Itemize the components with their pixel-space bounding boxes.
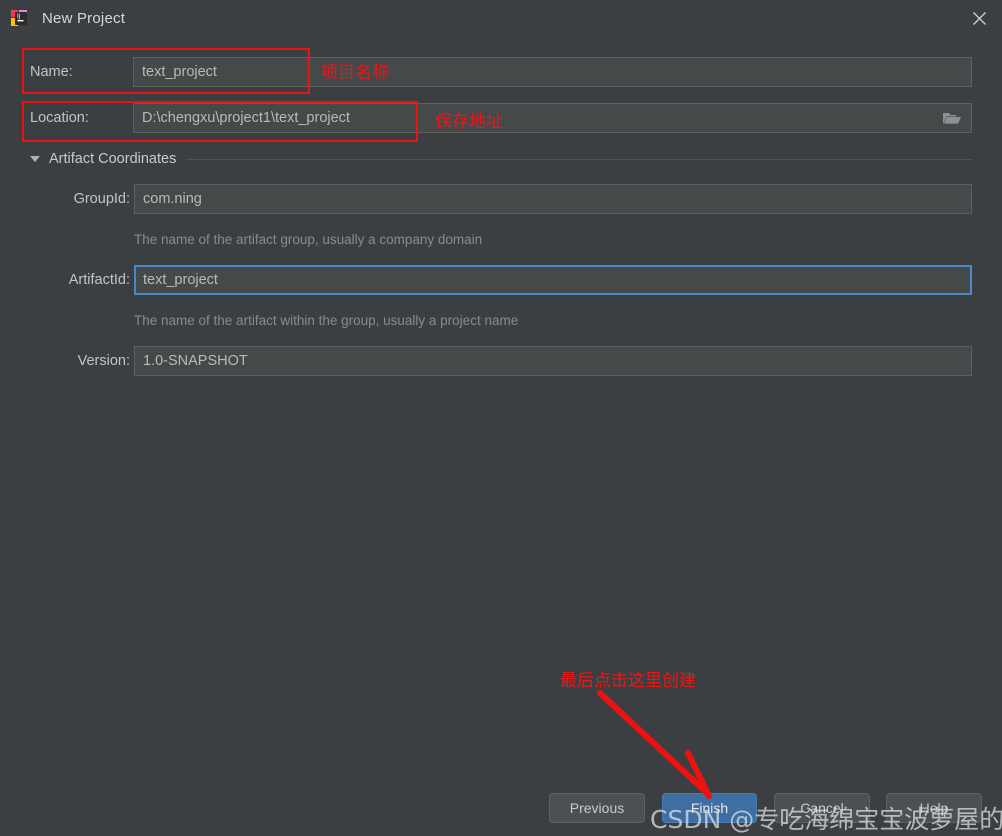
group-id-label: GroupId:	[73, 191, 130, 207]
version-label: Version:	[77, 353, 130, 369]
artifact-id-input[interactable]: text_project	[134, 265, 972, 295]
finish-button[interactable]: Finish	[662, 793, 757, 823]
name-row: Name:	[30, 57, 130, 87]
previous-button[interactable]: Previous	[549, 793, 645, 823]
location-input[interactable]: D:\chengxu\project1\text_project	[133, 103, 972, 133]
group-id-row: GroupId:	[30, 184, 130, 214]
name-input[interactable]: text_project	[133, 57, 972, 87]
folder-open-icon[interactable]	[935, 104, 969, 132]
cancel-button[interactable]: Cancel	[774, 793, 870, 823]
title-bar: IJ New Project	[0, 0, 1002, 36]
chevron-down-icon	[30, 156, 40, 162]
version-input[interactable]: 1.0-SNAPSHOT	[134, 346, 972, 376]
artifact-coordinates-section-header[interactable]: Artifact Coordinates	[30, 148, 972, 170]
section-title: Artifact Coordinates	[49, 151, 177, 167]
artifact-id-row: ArtifactId:	[30, 265, 130, 295]
group-id-input[interactable]: com.ning	[134, 184, 972, 214]
annotation-finish-note: 最后点击这里创建	[560, 671, 696, 691]
intellij-idea-icon: IJ	[10, 9, 28, 27]
artifact-id-hint: The name of the artifact within the grou…	[134, 313, 519, 328]
group-id-hint: The name of the artifact group, usually …	[134, 232, 483, 247]
section-divider	[186, 158, 972, 160]
version-row: Version:	[30, 346, 130, 376]
help-button[interactable]: Help	[886, 793, 982, 823]
location-label: Location:	[30, 110, 89, 126]
location-row: Location:	[30, 103, 130, 133]
artifact-id-label: ArtifactId:	[68, 272, 130, 288]
svg-text:IJ: IJ	[17, 13, 21, 20]
window-title: New Project	[42, 9, 126, 27]
close-icon[interactable]	[956, 0, 1002, 36]
name-label: Name:	[30, 64, 73, 80]
annotation-arrow	[597, 690, 712, 799]
